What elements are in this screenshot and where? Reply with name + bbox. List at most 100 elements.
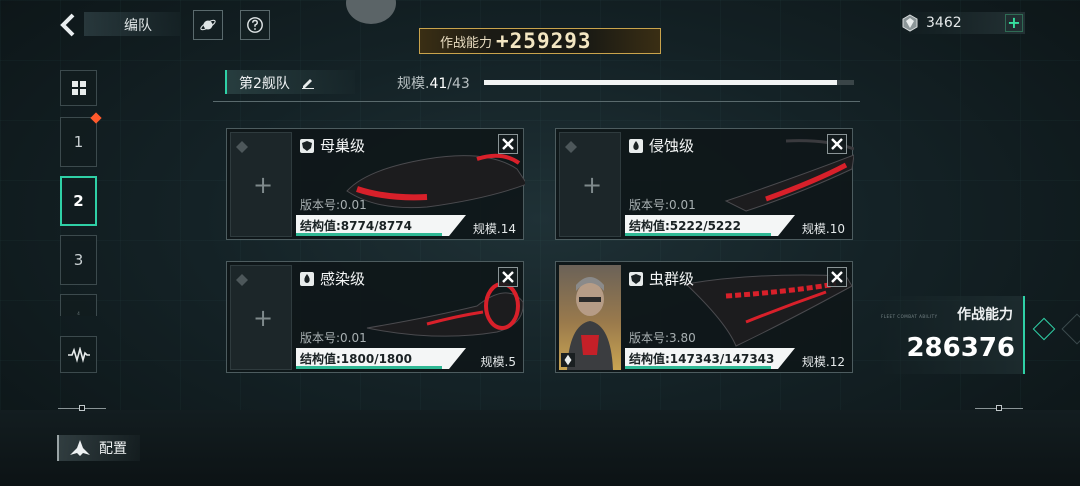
ship-hp-plate: 结构值:5222/5222 (625, 215, 795, 236)
ship-version: 版本号:0.01 (629, 198, 696, 212)
shield-icon (629, 271, 643, 286)
fleet-tab-2[interactable]: 2 (60, 176, 97, 226)
pilot-slot[interactable]: + (559, 132, 621, 237)
pilot-rank-icon (561, 353, 575, 367)
ship-icon (70, 440, 90, 456)
ship-hp-bar (625, 233, 772, 236)
close-icon (831, 138, 843, 150)
pilot-slot[interactable]: + (230, 265, 292, 370)
signal-button[interactable] (60, 336, 97, 373)
header-divider (213, 101, 860, 102)
planet-button[interactable] (193, 10, 223, 40)
fleet-scale-fill (484, 80, 837, 85)
ship-hp-bar (296, 233, 443, 236)
notification-dot (90, 112, 102, 124)
fleet-scale-prefix: 规模. (397, 76, 430, 92)
ship-card[interactable]: + 侵蚀级 版本号:0.01 结构值:5222/5222 规模.10 (555, 128, 854, 240)
ship-name-row: 母巢级 (300, 135, 365, 156)
remove-ship-button[interactable] (827, 267, 847, 287)
diamond-ornament (1032, 317, 1056, 341)
remove-ship-button[interactable] (827, 134, 847, 154)
ship-version: 版本号:3.80 (629, 331, 696, 345)
divider-node (996, 405, 1002, 411)
add-pilot-icon: + (253, 171, 274, 199)
ship-hp: 结构值:8774/8774 (300, 219, 412, 233)
pencil-icon[interactable] (301, 75, 315, 89)
fleet-tab-4[interactable]: 4 (60, 294, 97, 316)
shield-icon (300, 138, 314, 153)
emblem-icon (236, 141, 248, 153)
ship-hp: 结构值:5222/5222 (629, 219, 741, 233)
ship-scale: 规模.10 (801, 222, 845, 236)
combat-panel-value: 286376 (906, 333, 1015, 363)
ship-scale: 规模.12 (801, 355, 845, 369)
fleet-tab-3[interactable]: 3 (60, 235, 97, 285)
fleet-scale-max: /43 (447, 76, 470, 92)
ship-hp: 结构值:147343/147343 (629, 352, 775, 366)
fleet-tab-label: 1 (73, 133, 84, 151)
flame-icon (300, 271, 314, 286)
ship-hp-plate: 结构值:8774/8774 (296, 215, 466, 236)
ship-card[interactable]: + 母巢级 版本号:0.01 结构值:8774/8774 规模.14 (226, 128, 525, 240)
diamond-ornament-outer (1061, 313, 1080, 345)
fleet-tab-1[interactable]: 1 (60, 112, 102, 167)
help-button[interactable] (240, 10, 270, 40)
remove-ship-button[interactable] (498, 134, 518, 154)
currency-display: 3462 + (900, 12, 1025, 34)
divider-node (79, 405, 85, 411)
overview-button[interactable] (60, 70, 97, 106)
combat-power-banner: 作战能力 +259293 (419, 28, 661, 54)
add-currency-button[interactable]: + (1005, 14, 1023, 32)
ship-hp-plate: 结构值:147343/147343 (625, 348, 795, 369)
combat-panel-label: 作战能力 (957, 307, 1013, 323)
add-pilot-icon: + (253, 304, 274, 332)
pilot-slot[interactable]: + (230, 132, 292, 237)
back-button[interactable] (55, 11, 83, 39)
ship-version: 版本号:0.01 (300, 331, 367, 345)
close-icon (502, 138, 514, 150)
remove-ship-button[interactable] (498, 267, 518, 287)
fleet-tab-label: 2 (73, 192, 84, 210)
flame-icon (629, 138, 643, 153)
fleet-tab-label: 3 (73, 251, 84, 269)
fleet-scale: 规模.41/43 (397, 73, 470, 93)
question-icon (247, 17, 263, 33)
fleet-combat-panel: FLEET COMBAT ABILITY 作战能力 286376 (881, 296, 1025, 374)
fleet-scale-current: 41 (429, 76, 448, 92)
page-title-bar: 编队 (84, 12, 180, 36)
crystal-icon (902, 14, 918, 32)
fleet-name-box[interactable]: 第2舰队 (225, 70, 355, 94)
ship-card[interactable]: + 感染级 版本号:0.01 结构值:1800/1800 规模.5 (226, 261, 524, 373)
waveform-icon (67, 346, 90, 363)
ship-name: 侵蚀级 (649, 137, 695, 155)
ship-name: 虫群级 (649, 270, 695, 288)
combat-power-label: 作战能力 (440, 35, 493, 51)
planet-icon (200, 19, 216, 31)
footer-band (0, 410, 1080, 486)
ship-name-row: 感染级 (300, 268, 365, 289)
ship-card[interactable]: 虫群级 版本号:3.80 结构值:147343/147343 规模.12 (555, 261, 853, 373)
fleet-tab-label: 4 (77, 311, 80, 316)
grid-icon (71, 81, 86, 95)
ship-name-row: 虫群级 (629, 268, 694, 289)
top-badge (346, 0, 396, 24)
ship-scale: 规模.14 (472, 222, 516, 236)
chevron-left-icon (60, 13, 75, 37)
config-label: 配置 (99, 441, 127, 457)
add-pilot-icon: + (582, 171, 603, 199)
combat-panel-tag: FLEET COMBAT ABILITY (881, 314, 938, 319)
combat-power-value: +259293 (496, 29, 592, 53)
ship-version: 版本号:0.01 (300, 198, 367, 212)
ship-hp-plate: 结构值:1800/1800 (296, 348, 466, 369)
emblem-icon (565, 141, 577, 153)
emblem-icon (236, 274, 248, 286)
ship-name-row: 侵蚀级 (629, 135, 694, 156)
pilot-portrait[interactable] (559, 265, 621, 370)
fleet-name: 第2舰队 (239, 76, 290, 92)
ship-hp: 结构值:1800/1800 (300, 352, 412, 366)
ship-name: 感染级 (320, 270, 366, 288)
close-icon (831, 271, 843, 283)
ship-hp-bar (296, 366, 443, 369)
config-button[interactable]: 配置 (57, 435, 140, 461)
ship-hp-bar (625, 366, 772, 369)
